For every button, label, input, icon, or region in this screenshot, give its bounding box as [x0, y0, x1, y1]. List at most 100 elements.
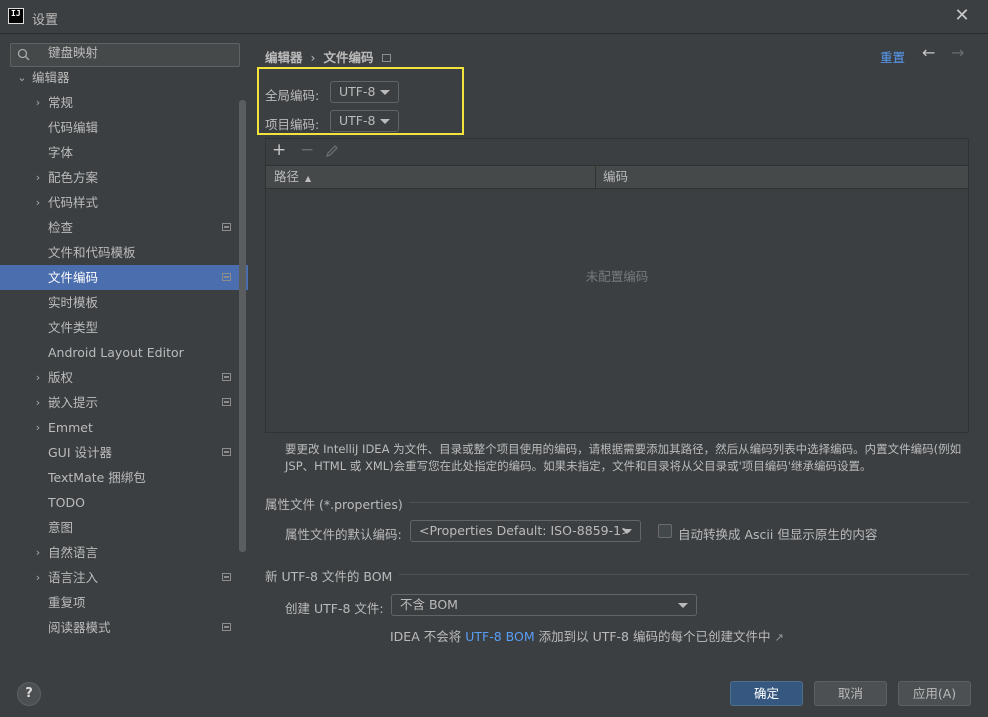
- sidebar-item[interactable]: › 版权: [0, 365, 248, 390]
- sidebar-item[interactable]: 代码编辑: [0, 115, 248, 140]
- window-title: 设置: [32, 13, 59, 28]
- utf8-bom-link[interactable]: UTF-8 BOM: [465, 629, 534, 644]
- chevron-down-icon[interactable]: ⌄: [16, 65, 28, 90]
- sidebar-item[interactable]: 文件编码: [0, 265, 248, 290]
- sidebar-item[interactable]: › 自然语言: [0, 540, 248, 565]
- sidebar-item[interactable]: Android Layout Editor: [0, 340, 248, 365]
- breadcrumb-separator: ›: [310, 50, 316, 65]
- apply-button[interactable]: 应用(A): [898, 681, 971, 706]
- intellij-logo-icon: IJ: [8, 8, 24, 24]
- table-toolbar: + −: [266, 139, 968, 165]
- sidebar-item[interactable]: 意图: [0, 515, 248, 540]
- chevron-right-icon[interactable]: ›: [32, 165, 44, 190]
- sidebar-item[interactable]: › Emmet: [0, 415, 248, 440]
- project-scope-icon: [222, 373, 231, 381]
- properties-section-title: 属性文件 (*.properties): [265, 497, 403, 512]
- sidebar-item-label: GUI 设计器: [48, 445, 112, 460]
- section-divider: [409, 502, 969, 503]
- sidebar-item[interactable]: 文件和代码模板: [0, 240, 248, 265]
- properties-default-label: 属性文件的默认编码:: [285, 527, 402, 542]
- sidebar-item-label: 代码样式: [48, 195, 99, 210]
- breadcrumb-current: 文件编码: [323, 50, 374, 65]
- chevron-down-icon: [678, 603, 688, 608]
- arrow-left-icon[interactable]: ←: [922, 43, 935, 62]
- breadcrumb: 编辑器 › 文件编码: [265, 47, 391, 66]
- arrow-right-icon[interactable]: →: [951, 43, 964, 62]
- project-scope-icon: [381, 54, 391, 62]
- bom-section-title: 新 UTF-8 文件的 BOM: [265, 569, 393, 584]
- sidebar-item[interactable]: › 代码样式: [0, 190, 248, 215]
- properties-encoding-dropdown[interactable]: <Properties Default: ISO-8859-1>: [410, 520, 641, 542]
- sidebar-item[interactable]: 实时模板: [0, 290, 248, 315]
- project-encoding-dropdown[interactable]: UTF-8: [330, 110, 399, 132]
- sidebar-item-label: TODO: [48, 495, 85, 510]
- column-header-path-label: 路径: [274, 169, 300, 184]
- chevron-right-icon[interactable]: ›: [32, 390, 44, 415]
- chevron-right-icon[interactable]: ›: [32, 90, 44, 115]
- project-scope-icon: [222, 623, 231, 631]
- chevron-right-icon[interactable]: ›: [32, 415, 44, 440]
- sidebar-item-label: TextMate 捆绑包: [48, 470, 146, 485]
- help-button[interactable]: ?: [17, 682, 41, 706]
- column-header-encoding[interactable]: 编码: [597, 166, 967, 189]
- project-scope-icon: [222, 398, 231, 406]
- ascii-conversion-checkbox[interactable]: [658, 524, 672, 538]
- sidebar-item[interactable]: 检查: [0, 215, 248, 240]
- bom-create-value: 不含 BOM: [400, 597, 458, 612]
- sidebar-item-label: 检查: [48, 220, 74, 235]
- sidebar-item[interactable]: 键盘映射: [0, 40, 248, 65]
- column-header-path[interactable]: 路径 ▲: [266, 166, 596, 189]
- sidebar-item[interactable]: › 语言注入: [0, 565, 248, 590]
- sidebar-item-label: 自然语言: [48, 545, 99, 560]
- ascii-conversion-label[interactable]: 自动转换成 Ascii 但显示原生的内容: [678, 524, 877, 543]
- remove-icon[interactable]: −: [300, 140, 314, 160]
- reset-link[interactable]: 重置: [880, 47, 905, 66]
- sidebar-item[interactable]: 字体: [0, 140, 248, 165]
- sidebar-item-label: 阅读器模式: [48, 620, 111, 635]
- settings-content: 编辑器 › 文件编码 重置 ← → 全局编码: UTF-8 项目编码: UTF-8 …: [249, 35, 988, 665]
- title-bar: IJ 设置 ✕: [0, 0, 988, 34]
- chevron-down-icon: [380, 90, 390, 95]
- sidebar-item-label: 字体: [48, 145, 74, 160]
- sidebar-item-label: 代码编辑: [48, 120, 99, 135]
- breadcrumb-parent[interactable]: 编辑器: [265, 50, 303, 65]
- chevron-right-icon[interactable]: ›: [32, 565, 44, 590]
- sidebar-item[interactable]: 重复项: [0, 590, 248, 615]
- cancel-button[interactable]: 取消: [814, 681, 887, 706]
- bom-create-dropdown[interactable]: 不含 BOM: [391, 594, 697, 616]
- sidebar-item[interactable]: TextMate 捆绑包: [0, 465, 248, 490]
- sidebar-item-label: 文件类型: [48, 320, 99, 335]
- sidebar-item[interactable]: GUI 设计器: [0, 440, 248, 465]
- sidebar-item-label: 嵌入提示: [48, 395, 99, 410]
- sidebar-item-label: 重复项: [48, 595, 86, 610]
- sidebar-item-label: 语言注入: [48, 570, 99, 585]
- sidebar-item[interactable]: › 常规: [0, 90, 248, 115]
- dialog-footer: ? 确定 取消 应用(A): [0, 665, 988, 717]
- section-divider: [399, 574, 969, 575]
- sidebar-item[interactable]: › 嵌入提示: [0, 390, 248, 415]
- sidebar-item-label: Android Layout Editor: [48, 345, 184, 360]
- sidebar-item[interactable]: › 配色方案: [0, 165, 248, 190]
- ok-button[interactable]: 确定: [730, 681, 803, 706]
- properties-encoding-value: <Properties Default: ISO-8859-1>: [419, 523, 632, 538]
- bom-info-suffix: 添加到以 UTF-8 编码的每个已创建文件中: [534, 629, 771, 644]
- chevron-down-icon: [380, 119, 390, 124]
- sidebar-item[interactable]: TODO: [0, 490, 248, 515]
- sidebar-item-label: 实时模板: [48, 295, 99, 310]
- sidebar-item-label: 版权: [48, 370, 74, 385]
- close-icon[interactable]: ✕: [952, 6, 972, 26]
- chevron-right-icon[interactable]: ›: [32, 365, 44, 390]
- chevron-right-icon[interactable]: ›: [32, 190, 44, 215]
- sidebar-item[interactable]: ⌄ 编辑器: [0, 65, 248, 90]
- sidebar-item[interactable]: 文件类型: [0, 315, 248, 340]
- table-body[interactable]: 未配置编码: [266, 189, 968, 432]
- sidebar-scrollbar[interactable]: [239, 100, 246, 552]
- chevron-right-icon[interactable]: ›: [32, 540, 44, 565]
- global-encoding-dropdown[interactable]: UTF-8: [330, 81, 399, 103]
- edit-pencil-icon[interactable]: [324, 143, 340, 159]
- external-link-icon[interactable]: ↗: [774, 631, 783, 644]
- add-icon[interactable]: +: [272, 140, 286, 160]
- project-scope-icon: [222, 448, 231, 456]
- path-encoding-table: + − 路径 ▲ 编码 未配置编码: [265, 138, 969, 433]
- sidebar-item[interactable]: 阅读器模式: [0, 615, 248, 640]
